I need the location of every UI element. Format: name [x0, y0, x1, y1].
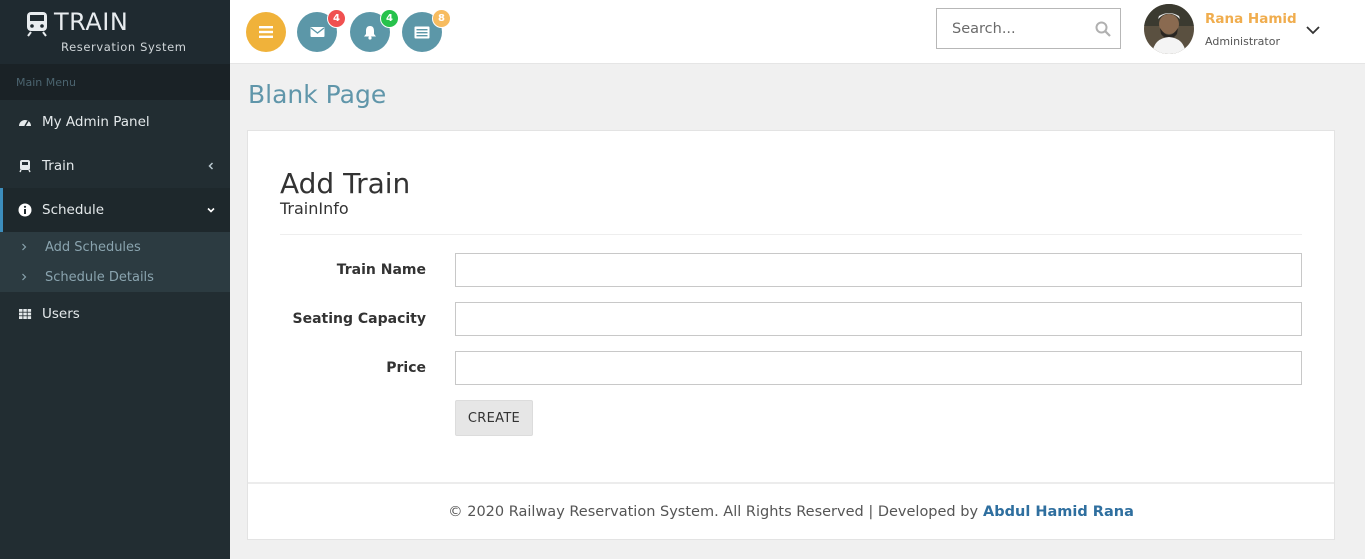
price-input[interactable] [455, 351, 1302, 385]
chevron-right-icon [22, 273, 27, 281]
search-box [936, 8, 1121, 49]
schedule-submenu: Add Schedules Schedule Details [0, 232, 230, 292]
sidebar-item-admin-panel[interactable]: My Admin Panel [0, 100, 230, 144]
chevron-down-icon [207, 207, 215, 213]
train-logo-icon [27, 12, 47, 37]
train-name-label: Train Name [336, 262, 426, 278]
notifications-button[interactable]: 4 [350, 9, 399, 52]
create-button[interactable]: CREATE [455, 400, 533, 436]
search-icon[interactable] [1095, 21, 1111, 37]
user-name[interactable]: Rana Hamid [1205, 11, 1297, 27]
train-icon [19, 160, 31, 173]
price-row: Price [248, 351, 1334, 385]
dashboard-icon [19, 120, 31, 127]
sidebar-item-train[interactable]: Train [0, 144, 230, 188]
messages-badge: 4 [327, 9, 346, 28]
list-icon [414, 26, 430, 38]
grid-icon [19, 309, 32, 319]
topbar: 4 4 8 Rana Hamid [230, 0, 1365, 64]
submenu-item-schedule-details[interactable]: Schedule Details [0, 262, 230, 292]
train-name-input[interactable] [455, 253, 1302, 287]
chevron-down-icon[interactable] [1305, 24, 1321, 36]
sidebar-item-label: Schedule [42, 202, 105, 218]
menu-toggle-button[interactable] [246, 12, 286, 52]
user-role: Administrator [1205, 35, 1280, 48]
hamburger-icon [259, 26, 273, 38]
footer-text: © 2020 Railway Reservation System. All R… [448, 504, 979, 520]
menu-header: Main Menu [0, 64, 230, 100]
bell-icon [364, 25, 376, 40]
page-title: Blank Page [248, 80, 387, 109]
footer: © 2020 Railway Reservation System. All R… [248, 482, 1334, 540]
tasks-badge: 8 [432, 9, 451, 28]
brand[interactable]: TRAIN Reservation System [0, 0, 230, 64]
user-photo [1144, 4, 1194, 54]
seating-capacity-input[interactable] [455, 302, 1302, 336]
sidebar-item-label: My Admin Panel [42, 114, 150, 130]
submenu-item-add-schedules[interactable]: Add Schedules [0, 232, 230, 262]
chevron-right-icon [22, 243, 27, 251]
train-name-row: Train Name [248, 253, 1334, 287]
sidebar-item-users[interactable]: Users [0, 292, 230, 336]
divider [280, 234, 1302, 235]
chevron-left-icon [208, 162, 214, 170]
notifications-badge: 4 [380, 9, 399, 28]
submenu-item-label: Schedule Details [45, 269, 154, 285]
submenu-item-label: Add Schedules [45, 239, 141, 255]
tasks-button[interactable]: 8 [402, 9, 451, 52]
brand-subtitle: Reservation System [61, 40, 187, 54]
form-title: Add Train [280, 167, 411, 200]
messages-button[interactable]: 4 [297, 9, 346, 52]
sidebar: TRAIN Reservation System Main Menu My Ad… [0, 0, 230, 559]
sidebar-item-schedule[interactable]: Schedule [0, 188, 230, 232]
form-subtitle: TrainInfo [280, 199, 349, 218]
avatar[interactable] [1144, 4, 1194, 54]
search-input[interactable] [937, 9, 1087, 48]
brand-title: TRAIN [54, 8, 129, 36]
developer-link[interactable]: Abdul Hamid Rana [983, 504, 1134, 520]
add-train-card: Add Train TrainInfo Train Name Seating C… [247, 130, 1335, 540]
sidebar-item-label: Train [42, 158, 75, 174]
info-icon [18, 203, 32, 217]
sidebar-item-label: Users [42, 306, 80, 322]
seating-capacity-label: Seating Capacity [292, 311, 427, 327]
envelope-icon [310, 27, 324, 37]
price-label: Price [386, 360, 426, 376]
seating-capacity-row: Seating Capacity [248, 302, 1334, 336]
